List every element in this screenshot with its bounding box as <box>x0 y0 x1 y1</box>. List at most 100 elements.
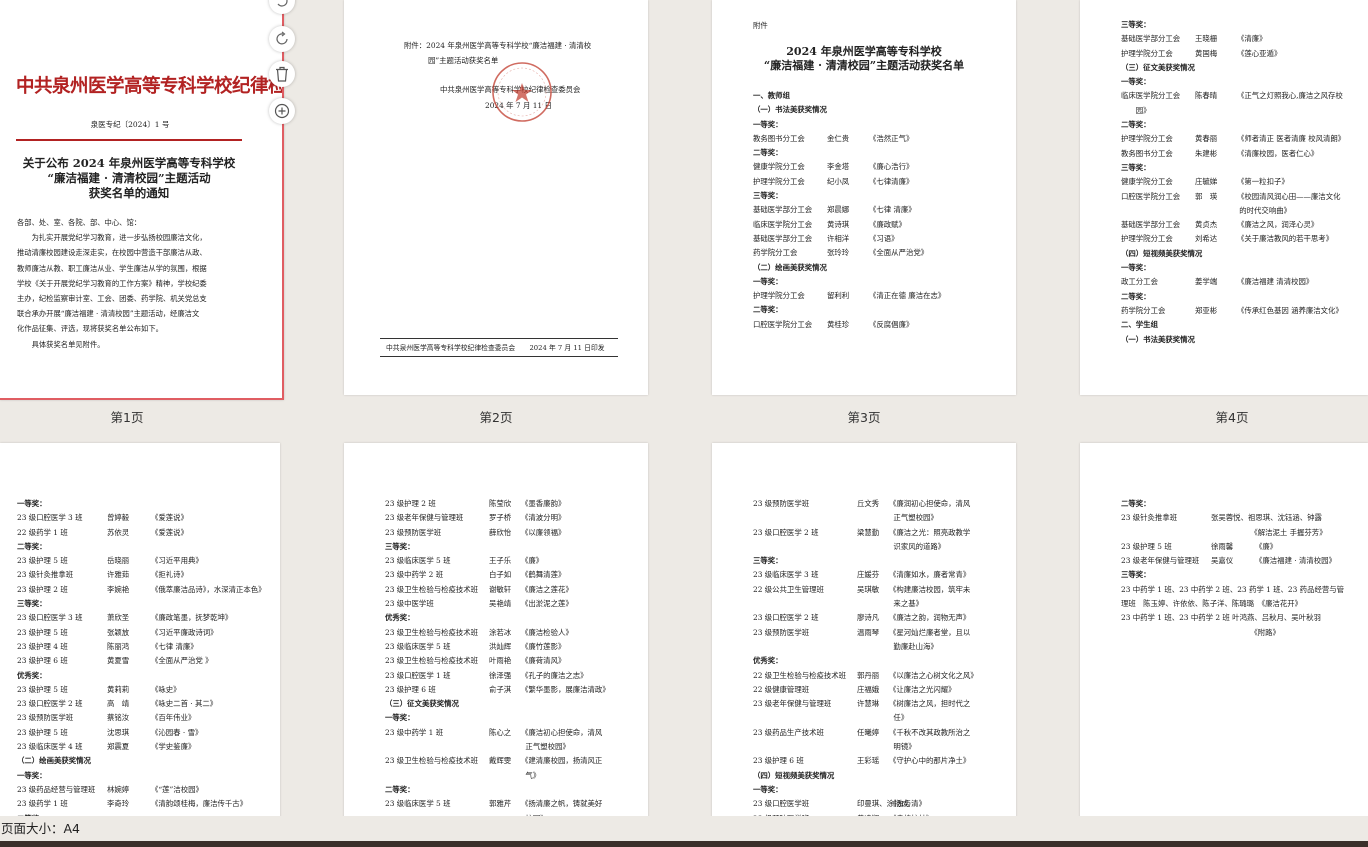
award-row: 23 级临床医学 4 班 郑震夏 《学史鉴廉》 <box>17 740 266 754</box>
page-label-3: 第3页 <box>847 410 881 425</box>
page-thumbnail-4[interactable]: 三等奖： 基础医学部分工会 王晓栅 《清廉》 护理学院分工会 黄国梅 《莲心亚遁》 （三）征文… <box>1080 0 1368 395</box>
award-unit: 23 级护理 2 班 <box>17 584 68 594</box>
award-row: 23 级中医学班 吴艳靖 《出淤泥之莲》 <box>385 597 610 611</box>
award-unit: 22 级卫生检验与检疫技术班 <box>753 670 847 680</box>
award-winner: 郑亚彬 <box>1195 305 1218 315</box>
section-heading: （二）绘画美获奖情况 <box>753 262 827 272</box>
award-work: 《廉荷清风》 <box>521 656 566 666</box>
section-heading: （二）绘画美获奖情况 <box>17 756 91 766</box>
award-winner: 留利利 <box>827 291 850 301</box>
section-heading: 优秀奖： <box>753 656 783 666</box>
title-line: “廉洁福建 · 清清校园”主题活动 <box>47 171 211 185</box>
award-unit: 23 级预防医学班 <box>385 527 442 537</box>
award-row: 23 级口腔医学班 印曼琪、涂扬成《浊与清》 <box>753 797 978 811</box>
award-work: 《浊与清》 <box>889 799 926 809</box>
award-winner: 刘希达 <box>1195 234 1218 244</box>
bottom-edge <box>0 841 1368 847</box>
award-row: 护理学院分工会 刘希达 《关于廉洁教风的若干思考》 <box>1121 232 1345 246</box>
insert-page-button[interactable] <box>269 98 295 124</box>
award-winner: 姜学端 <box>1195 277 1218 287</box>
page-thumbnail-3[interactable]: 附件 2024 年泉州医学高等专科学校 “廉洁福建 · 清清校园”主题活动获奖名… <box>712 0 1016 395</box>
award-work: 《廉洁之光：照亮政教学 <box>889 527 971 537</box>
award-winner: 许雅茹 <box>107 570 130 580</box>
section-heading: 一等奖： <box>753 119 783 129</box>
award-work: 《构建廉洁校园，筑牢未 <box>889 584 971 594</box>
rotate-right-button[interactable] <box>269 26 295 52</box>
page-thumbnail-7[interactable]: 23 级预防医学班 丘文秀 《廉润初心担使命，清风 正气塑校园》 23 级口腔医学 2… <box>712 443 1016 823</box>
section-heading: 二等奖： <box>1121 120 1151 130</box>
page-thumbnail-5[interactable]: 一等奖： 23 级口腔医学 3 班曾婷毅 《爱莲说》 22 级药学 1 班苏依灵 《爱莲… <box>0 443 280 823</box>
section-heading: 一等奖： <box>1121 263 1151 273</box>
award-winner: 黄莉莉 <box>107 684 130 694</box>
award-unit: 基础医学部分工会 <box>753 233 813 243</box>
award-work: 《让廉洁之光闪耀》 <box>889 684 956 694</box>
award-row: 护理学院分工会 留利利 《清正在德 廉洁在志》 <box>753 289 945 303</box>
award-winner: 沈思琪 <box>107 727 130 737</box>
award-winner: 郑晨娜 <box>827 205 850 215</box>
award-winner: 郭雅芹 <box>489 799 512 809</box>
delete-page-button[interactable] <box>269 61 295 87</box>
award-work: 《廉洁之风，润泽心灵》 <box>1237 220 1319 230</box>
page-thumbnail-2[interactable]: 附件：2024 年泉州医学高等专科学校“廉洁福建 · 清清校 园”主题活动获奖名… <box>344 0 648 395</box>
award-row: 23 级护理 2 班 陈莹欣 《墨香廉韵》 <box>385 497 610 511</box>
award-winner: 郭丹丽 <box>857 670 880 680</box>
award-winner: 白子如 <box>489 570 512 580</box>
award-work: 《繁华墨影，展廉洁清政》 <box>521 684 610 694</box>
section-heading: 三等奖： <box>753 556 783 566</box>
award-work: 《廉洁福建 · 清清校园》 <box>1255 556 1336 566</box>
award-winner: 王晓栅 <box>1195 34 1218 44</box>
notice-title: 关于公布 2024 年泉州医学高等专科学校 “廉洁福建 · 清清校园”主题活动 … <box>0 156 258 201</box>
award-work: 《咏史二首 · 其二》 <box>151 699 218 709</box>
award-row: 23 级卫生检验与检疫技术班 戴辉雯 《建清廉校园，扬清风正 <box>385 754 610 768</box>
award-row: 教务图书分工会 金仁贵 《浩然正气》 <box>753 132 945 146</box>
award-work: 《第一粒扣子》 <box>1237 177 1289 187</box>
page-thumbnail-1[interactable]: 中共泉州医学高等专科学校纪律检查委员会 泉医专纪〔2024〕1 号 关于公布 2… <box>0 0 284 400</box>
award-unit: 23 级卫生检验与检疫技术班 <box>385 656 479 666</box>
award-row: 政工分工会 姜学端 《廉洁福建 清清校园》 <box>1121 275 1345 289</box>
award-unit: 教务图书分工会 <box>753 133 805 143</box>
attachment-tag: 附件 <box>753 21 768 30</box>
page-thumbnail-6[interactable]: 23 级护理 2 班 陈莹欣 《墨香廉韵》 23 级老年保健与管理班 罗子桥 《清波分明》… <box>344 443 648 823</box>
award-row: 23 级药学 1 班 李奇玲 《清韵颂桂梅，廉洁传千古》 <box>17 797 266 811</box>
award-winner: 李金塔 <box>827 162 850 172</box>
award-unit: 23 级口腔医学 3 班 <box>17 513 83 523</box>
rotate-left-icon <box>277 0 288 7</box>
award-row: 22 级卫生检验与检疫技术班 郭丹丽 《以廉洁之心树文化之风》 <box>753 669 978 683</box>
section-heading: 《附路》 <box>1121 627 1280 637</box>
page-label-1: 第1页 <box>110 410 144 425</box>
award-row: 23 级卫生检验与检疫技术班 叶雨艳 《廉荷清风》 <box>385 654 610 668</box>
award-row: 基础医学部分工会 王晓栅 《清廉》 <box>1121 32 1345 46</box>
award-work: 《清正在德 廉洁在志》 <box>869 291 946 301</box>
award-winner: 戴辉雯 <box>489 756 512 766</box>
section-heading: 任》 <box>753 713 909 723</box>
award-winner: 许相洋 <box>827 233 850 243</box>
award-work: 《七律 清廉》 <box>869 205 916 215</box>
status-bar: 页面大小：A4 <box>0 816 1368 841</box>
section-heading: 《解洁泥土 手握芬芳》 <box>1121 527 1327 537</box>
award-work: 《清韵颂桂梅，廉洁传千古》 <box>151 799 248 809</box>
award-row: 23 级护理 6 班 黄夏雪 《全面从严治党 》 <box>17 654 266 668</box>
award-row: 23 级护理 5 班 岳晓丽 《习近平用典》 <box>17 554 266 568</box>
section-heading: 二等奖： <box>385 784 415 794</box>
award-work: 《廉》 <box>1255 541 1278 551</box>
award-winner: 金仁贵 <box>827 133 850 143</box>
section-heading: 的时代交响曲》 <box>1121 205 1291 215</box>
award-row: 23 级药品生产技术班 任曦婷 《千秋不改其政教所治之 <box>753 726 978 740</box>
award-row: 护理学院分工会 纪小凤 《七律清廉》 <box>753 175 945 189</box>
section-heading: 一等奖： <box>753 784 783 794</box>
award-unit: 22 级药学 1 班 <box>17 527 68 537</box>
award-row: 23 级口腔医学 2 班 梁慧勤 《廉洁之光：照亮政教学 <box>753 526 978 540</box>
award-unit: 23 级护理 5 班 <box>17 684 68 694</box>
award-row: 23 级中药学 2 班 白子如 《鹤舞清莲》 <box>385 568 610 582</box>
list-title: 2024 年泉州医学高等专科学校 “廉洁福建 · 清清校园”主题活动获奖名单 <box>712 45 1016 73</box>
award-unit: 23 级口腔医学 2 班 <box>753 613 819 623</box>
award-winner: 陈丽鸿 <box>107 641 130 651</box>
award-unit: 政工分工会 <box>1121 277 1158 287</box>
award-work: 《以廉领福》 <box>521 527 566 537</box>
section-heading: 明镜》 <box>753 742 916 752</box>
document-number: 泉医专纪〔2024〕1 号 <box>90 120 170 129</box>
section-heading: 三等奖： <box>385 541 415 551</box>
award-work: 《师者清正 医者清廉 校风清朗》 <box>1237 134 1346 144</box>
award-work: 《廉竹莲影》 <box>521 641 566 651</box>
page-thumbnail-8[interactable]: 二等奖： 23 级针灸推拿班 张吴蓉悦、祖思琪、沈钰涵、钟露 《解洁泥土 手握芬芳》… <box>1080 443 1368 823</box>
